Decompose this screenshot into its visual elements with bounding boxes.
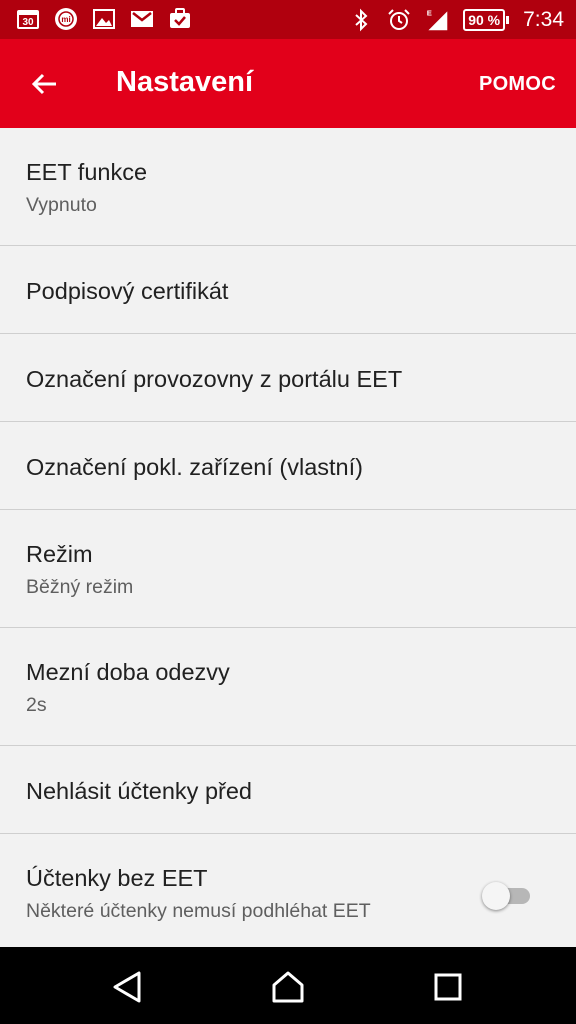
arrow-left-icon bbox=[31, 73, 56, 95]
mi-app-icon: mi bbox=[54, 7, 78, 31]
setting-subtitle: 2s bbox=[26, 694, 47, 716]
nav-back-button[interactable] bbox=[110, 969, 146, 1005]
page-title: Nastavení bbox=[116, 66, 254, 98]
setting-subtitle: Běžný režim bbox=[26, 576, 134, 598]
nav-home-button[interactable] bbox=[270, 969, 306, 1005]
setting-title: Nehlásit účtenky před bbox=[26, 778, 252, 804]
setting-title: Označení provozovny z portálu EET bbox=[26, 366, 403, 392]
signal-icon: E bbox=[425, 8, 449, 32]
battery-icon: 90 % bbox=[463, 8, 510, 31]
settings-list: EET funkce Vypnuto Podpisový certifikát … bbox=[0, 128, 576, 952]
clock-time: 7:34 bbox=[523, 7, 564, 31]
navigation-bar bbox=[0, 947, 576, 1024]
calendar-day: 30 bbox=[22, 17, 34, 28]
battery-level: 90 % bbox=[463, 8, 506, 31]
alarm-icon bbox=[387, 8, 411, 32]
bluetooth-icon bbox=[349, 8, 373, 32]
gmail-icon bbox=[130, 7, 154, 31]
setting-title: Režim bbox=[26, 541, 93, 567]
status-bar: 30 mi E 90 % 7:34 bbox=[0, 0, 576, 39]
mi-label: mi bbox=[61, 15, 70, 24]
setting-mode[interactable]: Režim Běžný režim bbox=[0, 510, 576, 628]
setting-signing-certificate[interactable]: Podpisový certifikát bbox=[0, 246, 576, 334]
setting-subtitle: Některé účtenky nemusí podhléhat EET bbox=[26, 900, 371, 922]
calendar-icon: 30 bbox=[16, 7, 40, 31]
setting-receipts-without-eet[interactable]: Účtenky bez EET Některé účtenky nemusí p… bbox=[0, 834, 576, 952]
home-icon bbox=[272, 971, 304, 1003]
setting-title: Mezní doba odezvy bbox=[26, 659, 230, 685]
recents-icon bbox=[434, 973, 462, 1001]
app-bar: Nastavení POMOC bbox=[0, 39, 576, 128]
setting-title: Podpisový certifikát bbox=[26, 278, 229, 304]
back-triangle-icon bbox=[113, 971, 141, 1003]
help-button[interactable]: POMOC bbox=[479, 73, 556, 96]
task-icon bbox=[168, 7, 192, 31]
setting-response-timeout[interactable]: Mezní doba odezvy 2s bbox=[0, 628, 576, 746]
nav-recents-button[interactable] bbox=[430, 969, 466, 1005]
setting-title: EET funkce bbox=[26, 159, 148, 185]
back-button[interactable] bbox=[28, 67, 62, 101]
setting-title: Účtenky bez EET bbox=[26, 865, 208, 891]
setting-register-id[interactable]: Označení pokl. zařízení (vlastní) bbox=[0, 422, 576, 510]
setting-subtitle: Vypnuto bbox=[26, 194, 97, 216]
toggle-thumb bbox=[482, 882, 510, 910]
setting-eet-function[interactable]: EET funkce Vypnuto bbox=[0, 128, 576, 246]
receipts-without-eet-toggle[interactable] bbox=[482, 882, 532, 910]
image-icon bbox=[92, 7, 116, 31]
setting-title: Označení pokl. zařízení (vlastní) bbox=[26, 454, 363, 480]
network-type: E bbox=[427, 8, 432, 17]
setting-skip-receipts-before[interactable]: Nehlásit účtenky před bbox=[0, 746, 576, 834]
setting-establishment-id[interactable]: Označení provozovny z portálu EET bbox=[0, 334, 576, 422]
